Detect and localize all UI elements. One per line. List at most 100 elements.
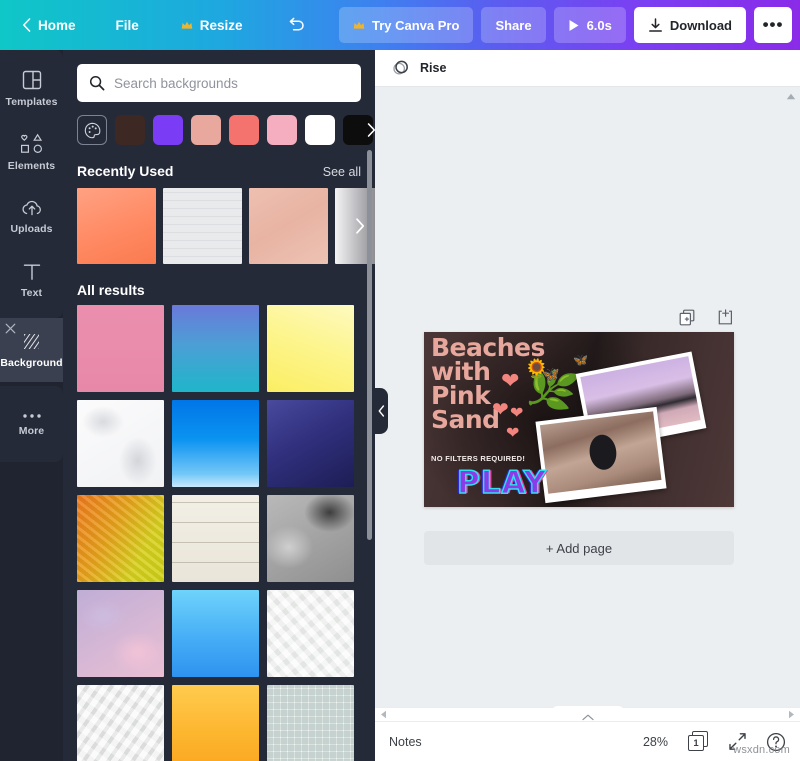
sidebar-item-label: More xyxy=(19,425,45,437)
butterfly-icon: 🦋 xyxy=(542,367,559,381)
add-page-label: + Add page xyxy=(546,541,612,556)
crown-icon xyxy=(353,21,365,30)
search-section: Search backgrounds xyxy=(63,50,375,102)
cloud-upload-icon xyxy=(20,198,44,218)
question-mark-icon[interactable] xyxy=(766,732,786,752)
panel-scrollbar[interactable] xyxy=(367,150,372,540)
section-title: Recently Used xyxy=(77,163,173,179)
background-hatch-icon xyxy=(21,332,42,352)
color-swatch[interactable] xyxy=(153,115,183,145)
duplicate-page-icon[interactable] xyxy=(679,309,696,326)
background-thumbnail[interactable] xyxy=(267,495,354,582)
home-label: Home xyxy=(38,18,76,33)
undo-button[interactable] xyxy=(275,10,318,40)
crown-icon xyxy=(181,21,193,30)
scroll-left-arrow-icon[interactable] xyxy=(380,710,387,719)
background-thumbnail[interactable] xyxy=(267,400,354,487)
sidebar-item-label: Text xyxy=(21,287,42,299)
sidebar-item-elements[interactable]: Elements xyxy=(0,120,63,184)
color-swatch[interactable] xyxy=(305,115,335,145)
animation-circle-icon[interactable] xyxy=(391,59,411,77)
share-button[interactable]: Share xyxy=(481,7,545,43)
scroll-right-arrow-icon[interactable] xyxy=(788,710,795,719)
background-thumbnail[interactable] xyxy=(77,590,164,677)
sidebar-item-uploads[interactable]: Uploads xyxy=(0,184,63,248)
color-palette-icon[interactable] xyxy=(77,115,107,145)
play-triangle-icon xyxy=(568,19,580,32)
home-button[interactable]: Home xyxy=(10,11,88,40)
background-thumbnail[interactable] xyxy=(172,495,259,582)
page-count: 1 xyxy=(688,731,709,752)
sidebar-item-text[interactable]: Text xyxy=(0,248,63,312)
background-thumbnail[interactable] xyxy=(172,305,259,392)
canvas-subtitle[interactable]: NO FILTERS REQUIRED! xyxy=(431,454,525,463)
editor-area: Rise xyxy=(375,50,800,761)
see-all-link[interactable]: See all xyxy=(323,165,361,179)
file-button[interactable]: File xyxy=(104,11,151,40)
undo-arrow-icon xyxy=(287,17,306,33)
background-thumbnail[interactable] xyxy=(77,685,164,761)
background-thumbnail[interactable] xyxy=(267,685,354,761)
color-swatch[interactable] xyxy=(229,115,259,145)
heart-icon: ❤ xyxy=(492,400,509,420)
try-canva-pro-button[interactable]: Try Canva Pro xyxy=(339,7,473,43)
polaroid-photo[interactable] xyxy=(535,407,666,503)
chevron-right-icon[interactable] xyxy=(357,115,375,145)
download-arrow-icon xyxy=(648,18,663,33)
section-title: All results xyxy=(77,282,145,298)
color-swatch[interactable] xyxy=(115,115,145,145)
search-input[interactable]: Search backgrounds xyxy=(77,64,361,102)
editor-toolbar: Rise xyxy=(375,50,800,87)
color-swatch[interactable] xyxy=(191,115,221,145)
top-toolbar-right: Try Canva Pro Share 6.0s Download ••• xyxy=(339,7,792,43)
duration-label: 6.0s xyxy=(587,18,612,33)
templates-grid-icon xyxy=(21,69,43,91)
recently-used-header: Recently Used See all xyxy=(63,145,375,188)
background-thumbnail[interactable] xyxy=(163,188,242,264)
add-page-icon[interactable] xyxy=(717,309,734,326)
play-preview-button[interactable]: 6.0s xyxy=(554,7,626,43)
resize-button[interactable]: Resize xyxy=(169,11,255,40)
background-thumbnail[interactable] xyxy=(77,188,156,264)
sidebar-item-templates[interactable]: Templates xyxy=(0,56,63,120)
sidebar-item-more[interactable]: More xyxy=(0,392,63,456)
notes-button[interactable]: Notes xyxy=(389,735,422,749)
color-swatch[interactable] xyxy=(343,115,373,145)
more-options-button[interactable]: ••• xyxy=(754,7,792,43)
share-label: Share xyxy=(495,18,531,33)
animation-name: Rise xyxy=(420,61,446,75)
background-thumbnail[interactable] xyxy=(77,305,164,392)
zoom-level[interactable]: 28% xyxy=(643,735,668,749)
design-canvas[interactable]: Beaches with Pink Sand ❤ ❤ ❤ ❤ 🌿 🌻 🦋 🦋 🦋… xyxy=(424,332,734,507)
close-x-icon[interactable] xyxy=(5,323,18,336)
background-thumbnail[interactable] xyxy=(172,685,259,761)
all-results-grid xyxy=(63,303,375,761)
notes-expand-tab[interactable] xyxy=(551,706,625,721)
chevron-up-icon xyxy=(582,714,594,721)
background-thumbnail[interactable] xyxy=(77,400,164,487)
collapse-panel-button[interactable] xyxy=(375,388,388,434)
scroll-up-arrow-icon[interactable] xyxy=(786,93,798,100)
background-thumbnail[interactable] xyxy=(77,495,164,582)
butterfly-icon: 🦋 xyxy=(573,354,588,366)
resize-label: Resize xyxy=(200,18,243,33)
background-thumbnail[interactable] xyxy=(172,400,259,487)
text-t-icon xyxy=(22,262,42,282)
sidebar-item-label: Uploads xyxy=(10,223,52,235)
background-thumbnail[interactable] xyxy=(249,188,328,264)
background-thumbnail[interactable] xyxy=(267,305,354,392)
try-canva-pro-label: Try Canva Pro xyxy=(372,18,459,33)
expand-arrows-icon[interactable] xyxy=(728,732,747,751)
heart-icon: ❤ xyxy=(506,426,519,442)
color-swatch[interactable] xyxy=(267,115,297,145)
background-thumbnail[interactable] xyxy=(172,590,259,677)
download-button[interactable]: Download xyxy=(634,7,746,43)
sidebar-item-background[interactable]: Background xyxy=(0,318,63,382)
canvas-play-text[interactable]: PLAY xyxy=(457,465,547,501)
editor-footer: Notes 28% 1 xyxy=(375,721,800,761)
add-page-button[interactable]: + Add page xyxy=(424,531,734,565)
canva-editor-window: Home File Resize Try C xyxy=(0,0,800,761)
background-thumbnail[interactable] xyxy=(267,590,354,677)
page-stack-icon[interactable]: 1 xyxy=(688,731,709,752)
search-placeholder: Search backgrounds xyxy=(114,76,238,91)
